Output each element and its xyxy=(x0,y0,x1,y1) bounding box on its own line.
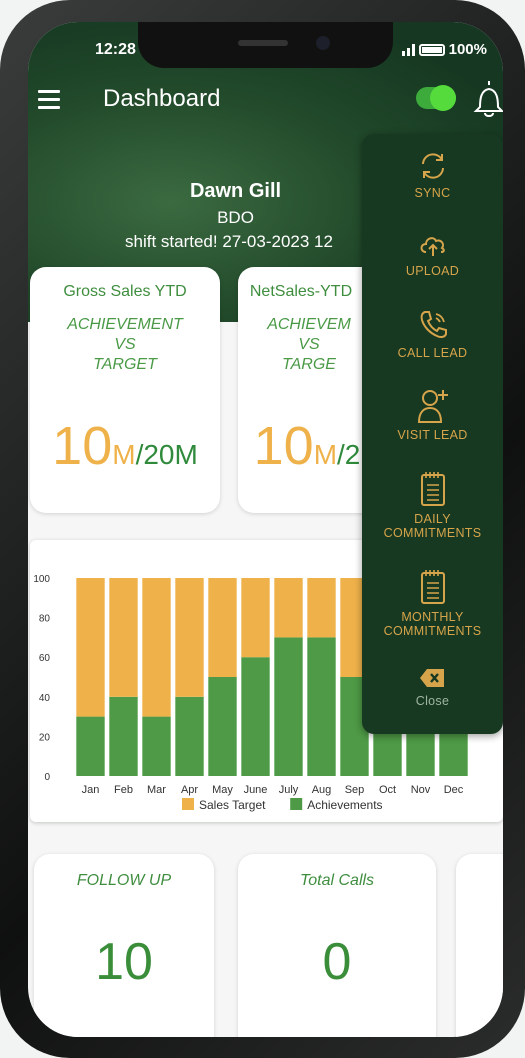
legend-swatch xyxy=(290,798,303,810)
achievement-value: 10 xyxy=(52,416,113,476)
legend-label: Achievements xyxy=(307,798,382,812)
x-tick-label: Mar xyxy=(147,784,166,796)
stat-title: Total Calls xyxy=(299,872,375,889)
menu-item-label: CALL LEAD xyxy=(397,346,468,360)
x-tick-label: July xyxy=(279,784,299,796)
bar-achievements xyxy=(307,637,336,776)
sync-icon xyxy=(421,153,444,179)
bar-achievements xyxy=(274,637,303,776)
bar-achievements xyxy=(175,696,204,776)
stat-value: 10 xyxy=(95,933,153,991)
menu-item-label: DAILY xyxy=(414,512,451,526)
menu-item-close[interactable]: Close xyxy=(362,666,503,708)
menu-item-label: MONTHLY xyxy=(401,610,464,624)
card-title: Gross Sales YTD xyxy=(63,283,187,300)
card-value: 10M/20M xyxy=(30,415,220,477)
notch xyxy=(138,22,393,68)
bar-achievements xyxy=(76,716,105,776)
y-tick-label: 40 xyxy=(39,693,51,704)
shift-date: 27-03-2023 12 xyxy=(222,232,333,251)
battery-level: 100% xyxy=(448,41,487,58)
stat-value: 0 xyxy=(322,933,352,991)
achievement-unit: M xyxy=(112,439,136,470)
legend-swatch xyxy=(182,798,194,810)
total-calls-card[interactable]: Total Calls 0 xyxy=(238,854,436,1037)
menu-item-visit-lead[interactable]: VISIT LEAD xyxy=(362,386,503,442)
status-toggle[interactable] xyxy=(416,85,456,111)
bar-sales-target xyxy=(307,578,336,638)
bell-icon[interactable] xyxy=(472,77,503,121)
menu-item-sync[interactable]: SYNC xyxy=(362,150,503,200)
signal-icon xyxy=(401,43,415,56)
stat-card-partial[interactable] xyxy=(456,854,503,1037)
x-tick-label: Dec xyxy=(444,784,464,796)
bar-sales-target xyxy=(274,578,303,638)
y-tick-label: 20 xyxy=(39,732,51,743)
x-tick-label: Apr xyxy=(181,784,198,796)
menu-item-daily-commitments[interactable]: DAILY COMMITMENTS xyxy=(362,470,503,540)
x-tick-label: June xyxy=(244,784,268,796)
legend-label: Sales Target xyxy=(199,798,266,812)
follow-up-card[interactable]: FOLLOW UP 10 xyxy=(34,854,214,1037)
x-tick-label: Feb xyxy=(114,784,133,796)
phone-icon xyxy=(420,311,447,339)
menu-item-label: COMMITMENTS xyxy=(383,526,482,540)
bar-achievements xyxy=(142,716,171,776)
x-tick-label: Nov xyxy=(411,784,431,796)
quick-actions-menu: SYNC UPLOAD CALL LEAD VISIT LEAD DAILY C… xyxy=(362,134,503,734)
y-tick-label: 100 xyxy=(33,574,50,585)
notepad-icon xyxy=(420,472,445,506)
shift-label: shift started! xyxy=(125,232,218,251)
gross-sales-card[interactable]: Gross Sales YTD ACHIEVEMENT VS TARGET 10M/… xyxy=(30,267,220,513)
hamburger-menu-icon[interactable] xyxy=(38,90,60,114)
bar-sales-target xyxy=(142,578,171,717)
notepad-icon xyxy=(420,570,445,604)
bar-achievements xyxy=(241,657,270,776)
x-tick-label: Oct xyxy=(379,784,396,796)
x-tick-label: Jan xyxy=(82,784,100,796)
achievement-unit: M xyxy=(313,439,338,470)
menu-item-label: Close xyxy=(415,694,450,708)
bar-sales-target xyxy=(76,578,105,717)
y-tick-label: 0 xyxy=(44,772,50,783)
menu-item-upload[interactable]: UPLOAD xyxy=(362,230,503,278)
page-title: Dashboard xyxy=(103,85,221,112)
target-value: /2 xyxy=(337,439,361,470)
achievement-value: 10 xyxy=(253,416,314,476)
y-tick-label: 80 xyxy=(39,614,51,625)
x-tick-label: Aug xyxy=(312,784,332,796)
menu-item-label: SYNC xyxy=(414,186,451,200)
battery-icon xyxy=(418,43,445,56)
add-user-icon xyxy=(417,390,448,423)
status-indicators: 100% xyxy=(401,41,487,58)
app-screen: 12:28 100% Dashboard Dawn Gill BDO shift… xyxy=(28,22,503,1037)
bar-achievements xyxy=(208,677,237,776)
status-time: 12:28 xyxy=(95,41,136,58)
menu-item-monthly-commitments[interactable]: MONTHLY COMMITMENTS xyxy=(362,568,503,638)
y-tick-label: 60 xyxy=(39,653,51,664)
bar-sales-target xyxy=(175,578,204,697)
close-backspace-icon xyxy=(419,669,444,687)
stat-title: FOLLOW UP xyxy=(76,872,172,889)
menu-item-label: COMMITMENTS xyxy=(383,624,482,638)
bar-achievements xyxy=(109,696,138,776)
bar-sales-target xyxy=(109,578,138,697)
bar-sales-target xyxy=(208,578,237,677)
menu-item-call-lead[interactable]: CALL LEAD xyxy=(362,308,503,360)
card-subtitle: ACHIEVEMENT VS TARGET xyxy=(67,316,183,373)
x-tick-label: Sep xyxy=(345,784,365,796)
menu-item-label: VISIT LEAD xyxy=(397,428,468,442)
cloud-upload-icon xyxy=(420,237,445,256)
menu-item-label: UPLOAD xyxy=(405,264,460,278)
bar-sales-target xyxy=(241,578,270,658)
phone-frame: 12:28 100% Dashboard Dawn Gill BDO shift… xyxy=(0,0,525,1058)
target-value: /20M xyxy=(135,439,198,470)
x-tick-label: May xyxy=(212,784,233,796)
